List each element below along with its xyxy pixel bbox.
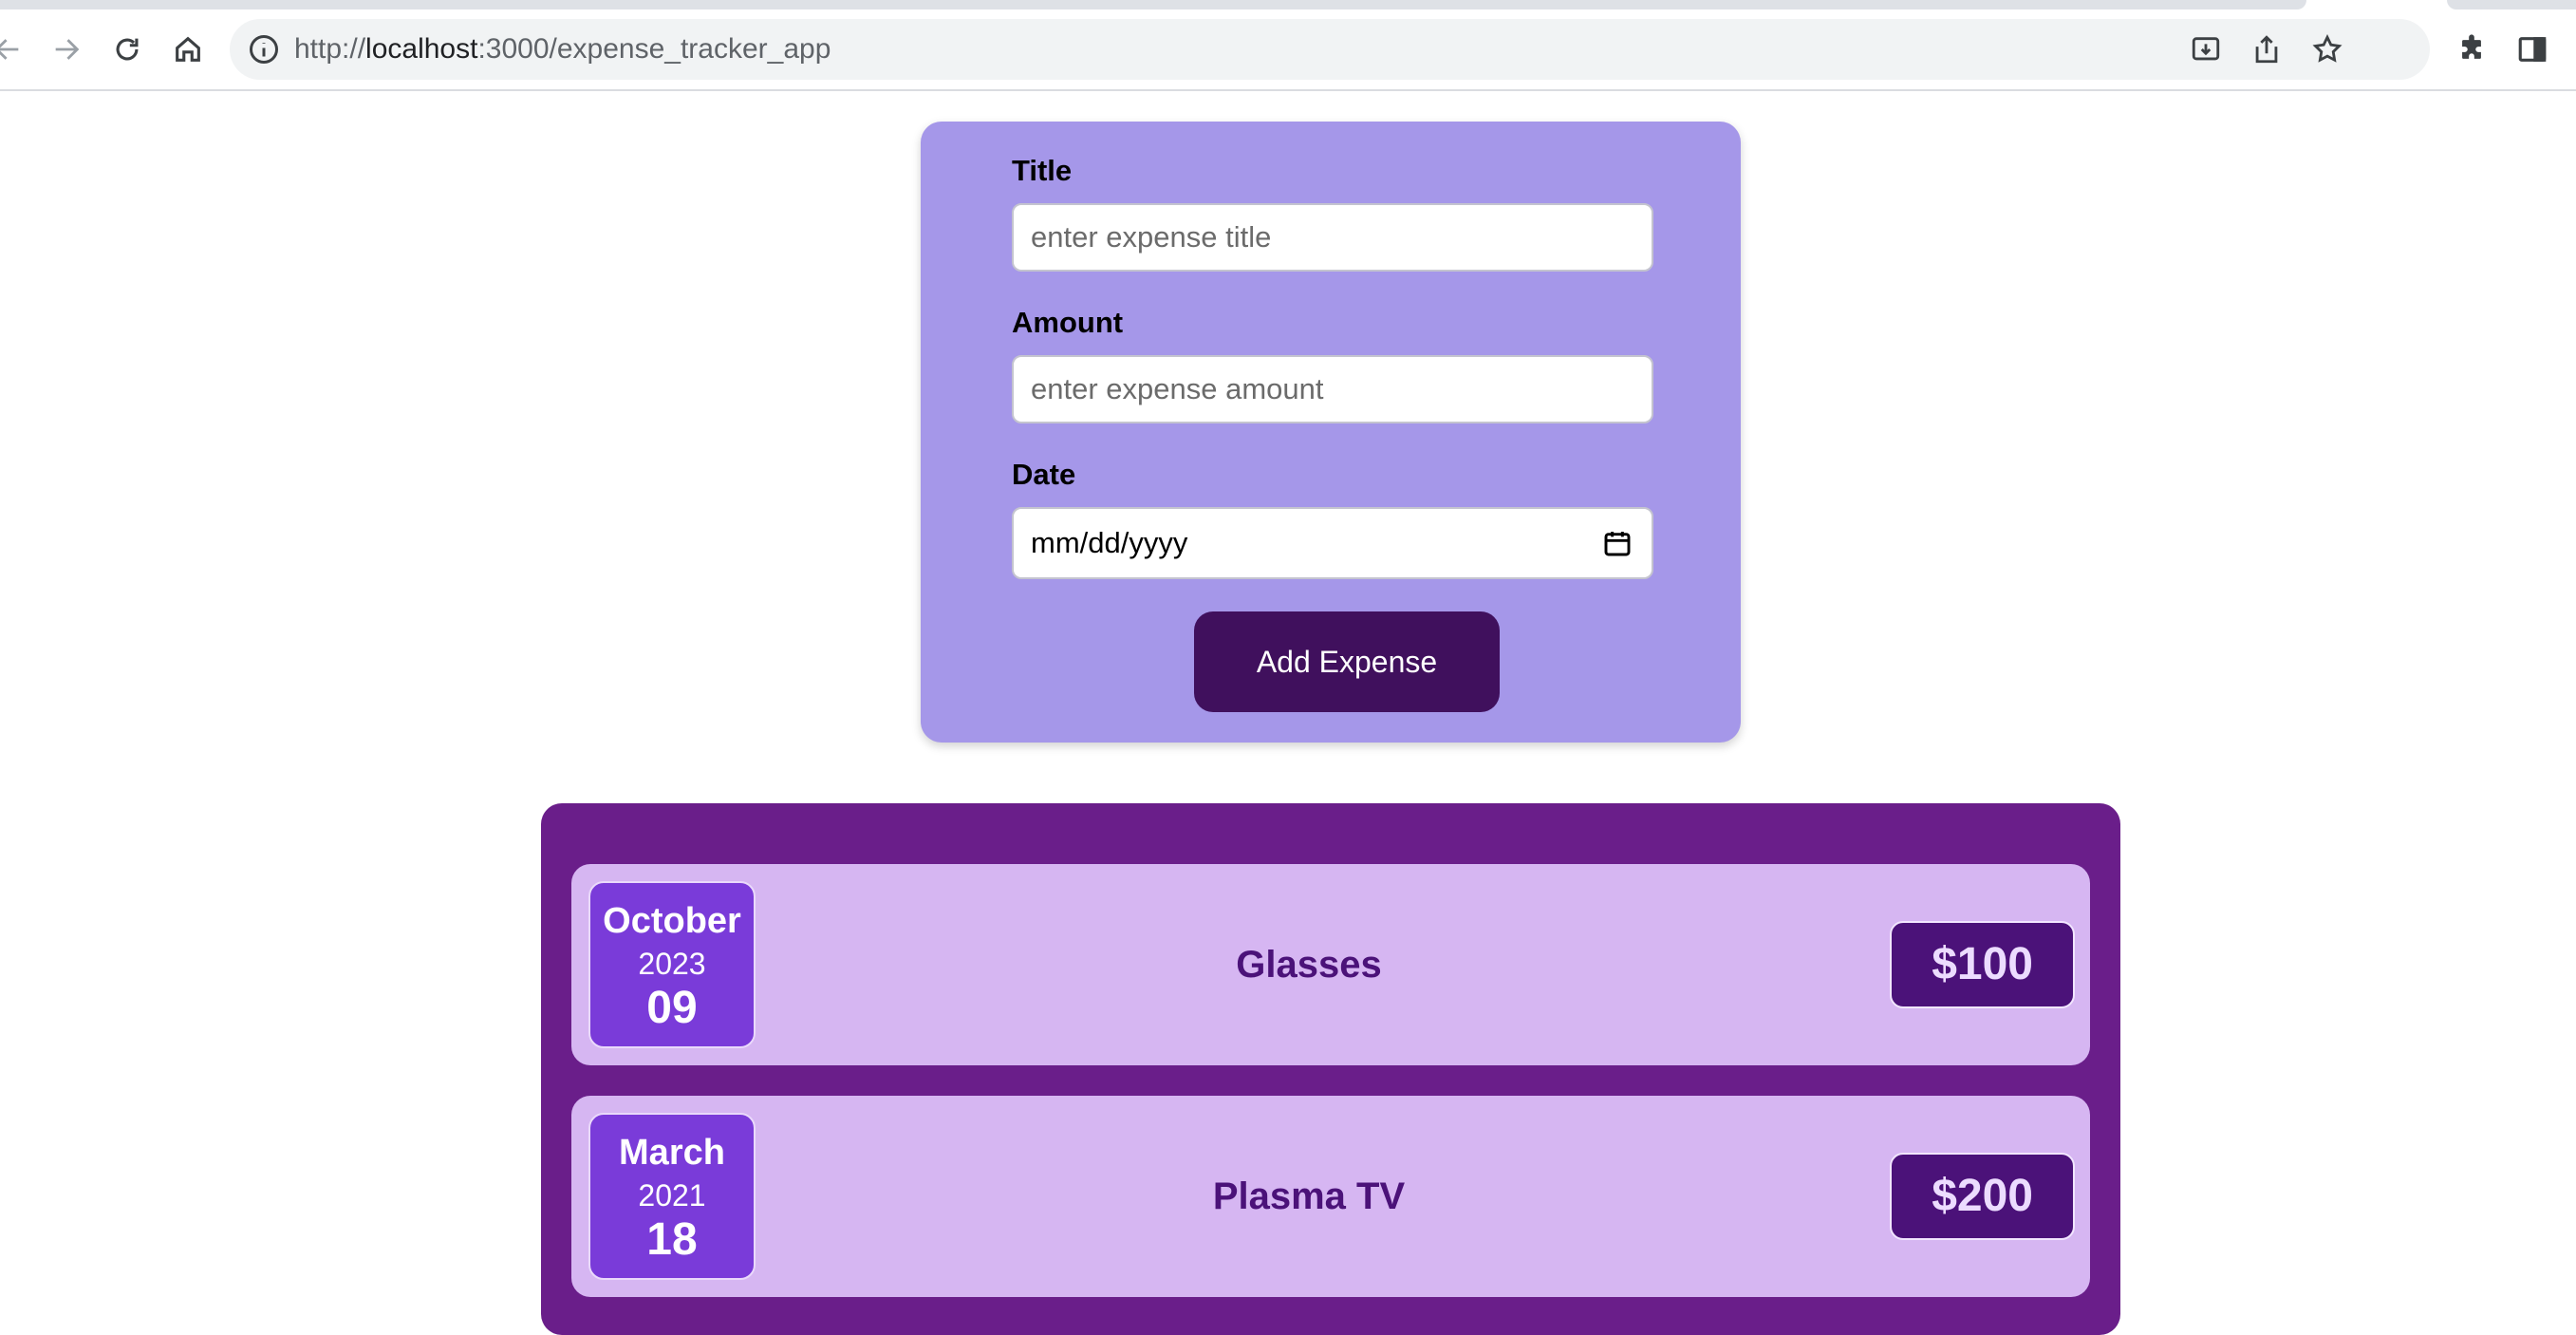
expense-day: 18 (646, 1214, 698, 1265)
back-arrow-icon[interactable] (0, 25, 32, 74)
expense-title: Plasma TV (1212, 1175, 1406, 1217)
expense-item: March 2021 18 Plasma TV $200 (571, 1096, 2090, 1297)
url-host: localhost (365, 33, 478, 65)
expense-item: October 2023 09 Glasses $100 (571, 864, 2090, 1065)
extensions-puzzle-icon[interactable] (2447, 25, 2496, 74)
side-panel-icon[interactable] (2508, 25, 2557, 74)
title-input[interactable] (1012, 203, 1653, 272)
expense-amount: $200 (1890, 1153, 2075, 1240)
expense-title: Glasses (1236, 944, 1382, 986)
tab-bar-left (0, 0, 2306, 9)
amount-input[interactable] (1012, 355, 1653, 423)
bookmark-star-icon[interactable] (2303, 25, 2352, 74)
reload-icon[interactable] (103, 25, 152, 74)
expense-day: 09 (646, 983, 698, 1033)
expense-list: October 2023 09 Glasses $100 March 2021 … (541, 803, 2120, 1335)
url-scheme: http:// (294, 33, 366, 65)
forward-arrow-icon[interactable] (42, 25, 91, 74)
date-input[interactable]: mm/dd/yyyy (1012, 507, 1653, 579)
date-label: Date (1012, 458, 1076, 491)
tab-strip (0, 0, 2576, 9)
install-app-icon[interactable] (2181, 25, 2231, 74)
date-placeholder: mm/dd/yyyy (1031, 526, 1188, 559)
expense-year: 2021 (638, 1178, 706, 1213)
address-bar[interactable]: http://localhost:3000/expense_tracker_ap… (230, 19, 2430, 80)
home-icon[interactable] (163, 25, 213, 74)
expense-amount: $100 (1890, 921, 2075, 1008)
expense-month: October (603, 901, 741, 941)
tab-bar-right (2447, 0, 2576, 9)
expense-year: 2023 (638, 947, 706, 981)
title-label: Title (1012, 154, 1073, 187)
site-info-icon[interactable] (247, 32, 281, 66)
share-icon[interactable] (2242, 25, 2291, 74)
calendar-icon[interactable] (1602, 528, 1633, 558)
url-text[interactable]: http://localhost:3000/expense_tracker_ap… (294, 19, 831, 80)
browser-toolbar: http://localhost:3000/expense_tracker_ap… (0, 9, 2576, 91)
expense-date: October 2023 09 (588, 881, 756, 1048)
url-path: :3000/expense_tracker_app (477, 33, 831, 65)
expense-date: March 2021 18 (588, 1113, 756, 1280)
add-expense-button[interactable]: Add Expense (1194, 611, 1500, 712)
expense-month: March (619, 1133, 725, 1173)
expense-form: Title Amount Date mm/dd/yyyy Add Expense (921, 122, 1741, 743)
amount-label: Amount (1012, 306, 1124, 339)
